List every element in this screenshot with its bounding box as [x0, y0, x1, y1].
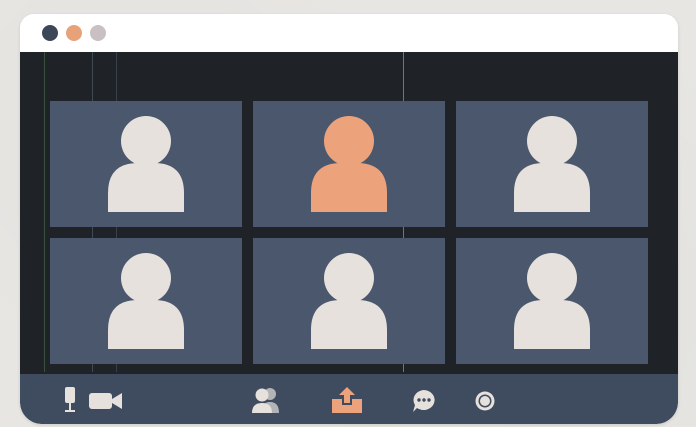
avatar-body: [514, 300, 590, 349]
camera-button[interactable]: [88, 391, 124, 411]
user-silhouette-icon: [108, 253, 184, 349]
user-silhouette-icon: [514, 116, 590, 212]
record-icon: [475, 391, 495, 411]
participant-tile[interactable]: [456, 101, 648, 227]
user-silhouette-icon: [311, 116, 387, 212]
avatar-head: [121, 253, 171, 303]
microphone-button[interactable]: [60, 386, 80, 414]
participants-button[interactable]: [250, 386, 282, 414]
participant-tile[interactable]: [50, 101, 242, 227]
avatar-body: [311, 300, 387, 349]
participant-tile[interactable]: [50, 238, 242, 364]
share-upload-icon: [332, 387, 362, 413]
avatar-head: [527, 116, 577, 166]
user-silhouette-icon: [514, 253, 590, 349]
share-screen-button[interactable]: [330, 386, 364, 414]
video-camera-icon: [89, 393, 122, 409]
participant-tile[interactable]: [456, 238, 648, 364]
avatar-body: [514, 163, 590, 212]
avatar-body: [311, 163, 387, 212]
avatar-head: [324, 116, 374, 166]
user-silhouette-icon: [311, 253, 387, 349]
maximize-window-button[interactable]: [90, 25, 106, 41]
video-grid-stage: [20, 52, 678, 424]
video-call-window: [20, 14, 678, 424]
microphone-icon: [65, 387, 75, 412]
chat-bubble-icon: [413, 390, 435, 412]
call-controls-toolbar: [20, 374, 678, 424]
avatar-body: [108, 300, 184, 349]
minimize-window-button[interactable]: [66, 25, 82, 41]
avatar-head: [121, 116, 171, 166]
user-silhouette-icon: [108, 116, 184, 212]
window-titlebar: [20, 14, 678, 52]
participant-tile[interactable]: [253, 238, 445, 364]
avatar-head: [324, 253, 374, 303]
avatar-head: [527, 253, 577, 303]
participant-tile[interactable]: [253, 101, 445, 227]
video-artifact-line: [44, 52, 45, 372]
record-button[interactable]: [474, 390, 496, 412]
participants-icon: [252, 388, 279, 413]
avatar-body: [108, 163, 184, 212]
close-window-button[interactable]: [42, 25, 58, 41]
chat-button[interactable]: [411, 388, 437, 414]
